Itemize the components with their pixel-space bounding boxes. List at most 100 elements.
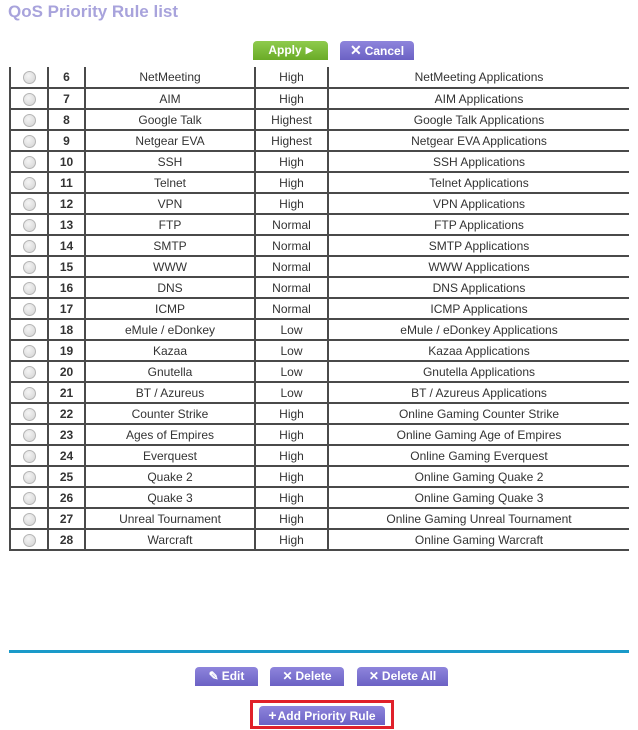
row-radio[interactable] [22, 155, 36, 169]
rule-priority: Normal [254, 255, 329, 278]
pencil-icon: ✎ [208, 669, 219, 683]
edit-button[interactable]: ✎ Edit [195, 667, 258, 686]
rule-priority: High [254, 528, 329, 551]
rule-name: Ages of Empires [84, 423, 256, 446]
row-radio[interactable] [22, 92, 36, 106]
rule-description: Netgear EVA Applications [327, 129, 629, 152]
row-radio[interactable] [22, 533, 36, 547]
row-radio[interactable] [22, 386, 36, 400]
rule-description: Online Gaming Warcraft [327, 528, 629, 551]
row-radio[interactable] [22, 428, 36, 442]
delete-label: Delete [295, 669, 332, 683]
rule-priority: Low [254, 381, 329, 404]
rule-name: FTP [84, 213, 256, 236]
rules-table-container[interactable]: 6 NetMeeting High NetMeeting Applications 7 A… [9, 67, 629, 643]
rule-number: 26 [47, 486, 86, 509]
select-cell [9, 297, 49, 320]
table-row: 28 Warcraft High Online Gaming Warcraft [9, 528, 629, 551]
table-row: 19 Kazaa Low Kazaa Applications [9, 339, 629, 362]
rule-number: 22 [47, 402, 86, 425]
cancel-label: Cancel [364, 44, 405, 58]
rule-priority: High [254, 67, 329, 89]
rule-number: 11 [47, 171, 86, 194]
rule-number: 15 [47, 255, 86, 278]
rule-number: 17 [47, 297, 86, 320]
table-row: 10 SSH High SSH Applications [9, 150, 629, 173]
rule-priority: High [254, 150, 329, 173]
table-row: 23 Ages of Empires High Online Gaming Age o… [9, 423, 629, 446]
rule-name: Unreal Tournament [84, 507, 256, 530]
table-row: 13 FTP Normal FTP Applications [9, 213, 629, 236]
row-radio[interactable] [22, 344, 36, 358]
select-cell [9, 444, 49, 467]
rule-name: NetMeeting [84, 67, 256, 89]
rule-description: VPN Applications [327, 192, 629, 215]
row-radio[interactable] [22, 365, 36, 379]
table-row: 18 eMule / eDonkey Low eMule / eDonkey Appl… [9, 318, 629, 341]
row-radio[interactable] [22, 176, 36, 190]
table-row: 6 NetMeeting High NetMeeting Applications [9, 67, 629, 89]
row-radio[interactable] [22, 470, 36, 484]
rule-priority: High [254, 402, 329, 425]
rule-name: WWW [84, 255, 256, 278]
row-radio[interactable] [22, 302, 36, 316]
rule-priority: High [254, 444, 329, 467]
select-cell [9, 108, 49, 131]
row-radio[interactable] [22, 449, 36, 463]
rule-description: BT / Azureus Applications [327, 381, 629, 404]
rule-name: Quake 2 [84, 465, 256, 488]
rule-name: Kazaa [84, 339, 256, 362]
edit-label: Edit [221, 669, 245, 683]
rule-number: 27 [47, 507, 86, 530]
rule-priority: Normal [254, 297, 329, 320]
select-cell [9, 192, 49, 215]
row-radio[interactable] [22, 197, 36, 211]
rule-description: WWW Applications [327, 255, 629, 278]
select-cell [9, 150, 49, 173]
row-radio[interactable] [22, 134, 36, 148]
rule-priority: High [254, 465, 329, 488]
rule-name: ICMP [84, 297, 256, 320]
row-radio[interactable] [22, 323, 36, 337]
rule-name: Warcraft [84, 528, 256, 551]
delete-button[interactable]: ✕ Delete [270, 667, 344, 686]
rule-description: Online Gaming Everquest [327, 444, 629, 467]
add-priority-rule-button[interactable]: +Add Priority Rule [259, 706, 385, 725]
rule-description: Online Gaming Counter Strike [327, 402, 629, 425]
select-cell [9, 465, 49, 488]
rule-description: Online Gaming Unreal Tournament [327, 507, 629, 530]
select-cell [9, 67, 49, 89]
delete-all-button[interactable]: ✕ Delete All [357, 667, 448, 686]
x-icon: ✕ [368, 669, 379, 683]
table-row: 11 Telnet High Telnet Applications [9, 171, 629, 194]
table-row: 8 Google Talk Highest Google Talk Applicati… [9, 108, 629, 131]
table-row: 17 ICMP Normal ICMP Applications [9, 297, 629, 320]
apply-button[interactable]: Apply ▶ [253, 41, 328, 60]
rule-number: 16 [47, 276, 86, 299]
cancel-button[interactable]: ✕ Cancel [340, 41, 414, 60]
row-radio[interactable] [22, 281, 36, 295]
play-triangle-icon: ▶ [305, 45, 313, 55]
select-cell [9, 528, 49, 551]
row-radio[interactable] [22, 260, 36, 274]
rule-priority: Highest [254, 108, 329, 131]
apply-label: Apply [268, 43, 302, 57]
row-radio[interactable] [22, 239, 36, 253]
rule-number: 21 [47, 381, 86, 404]
table-row: 22 Counter Strike High Online Gaming Counte… [9, 402, 629, 425]
x-icon: ✕ [282, 669, 293, 683]
row-radio[interactable] [22, 218, 36, 232]
row-radio[interactable] [22, 71, 36, 85]
rule-description: Telnet Applications [327, 171, 629, 194]
row-radio[interactable] [22, 491, 36, 505]
rule-number: 28 [47, 528, 86, 551]
rule-priority: High [254, 87, 329, 110]
row-radio[interactable] [22, 407, 36, 421]
select-cell [9, 171, 49, 194]
row-radio[interactable] [22, 113, 36, 127]
rule-priority: High [254, 486, 329, 509]
rule-description: FTP Applications [327, 213, 629, 236]
row-radio[interactable] [22, 512, 36, 526]
rule-description: DNS Applications [327, 276, 629, 299]
rule-name: AIM [84, 87, 256, 110]
